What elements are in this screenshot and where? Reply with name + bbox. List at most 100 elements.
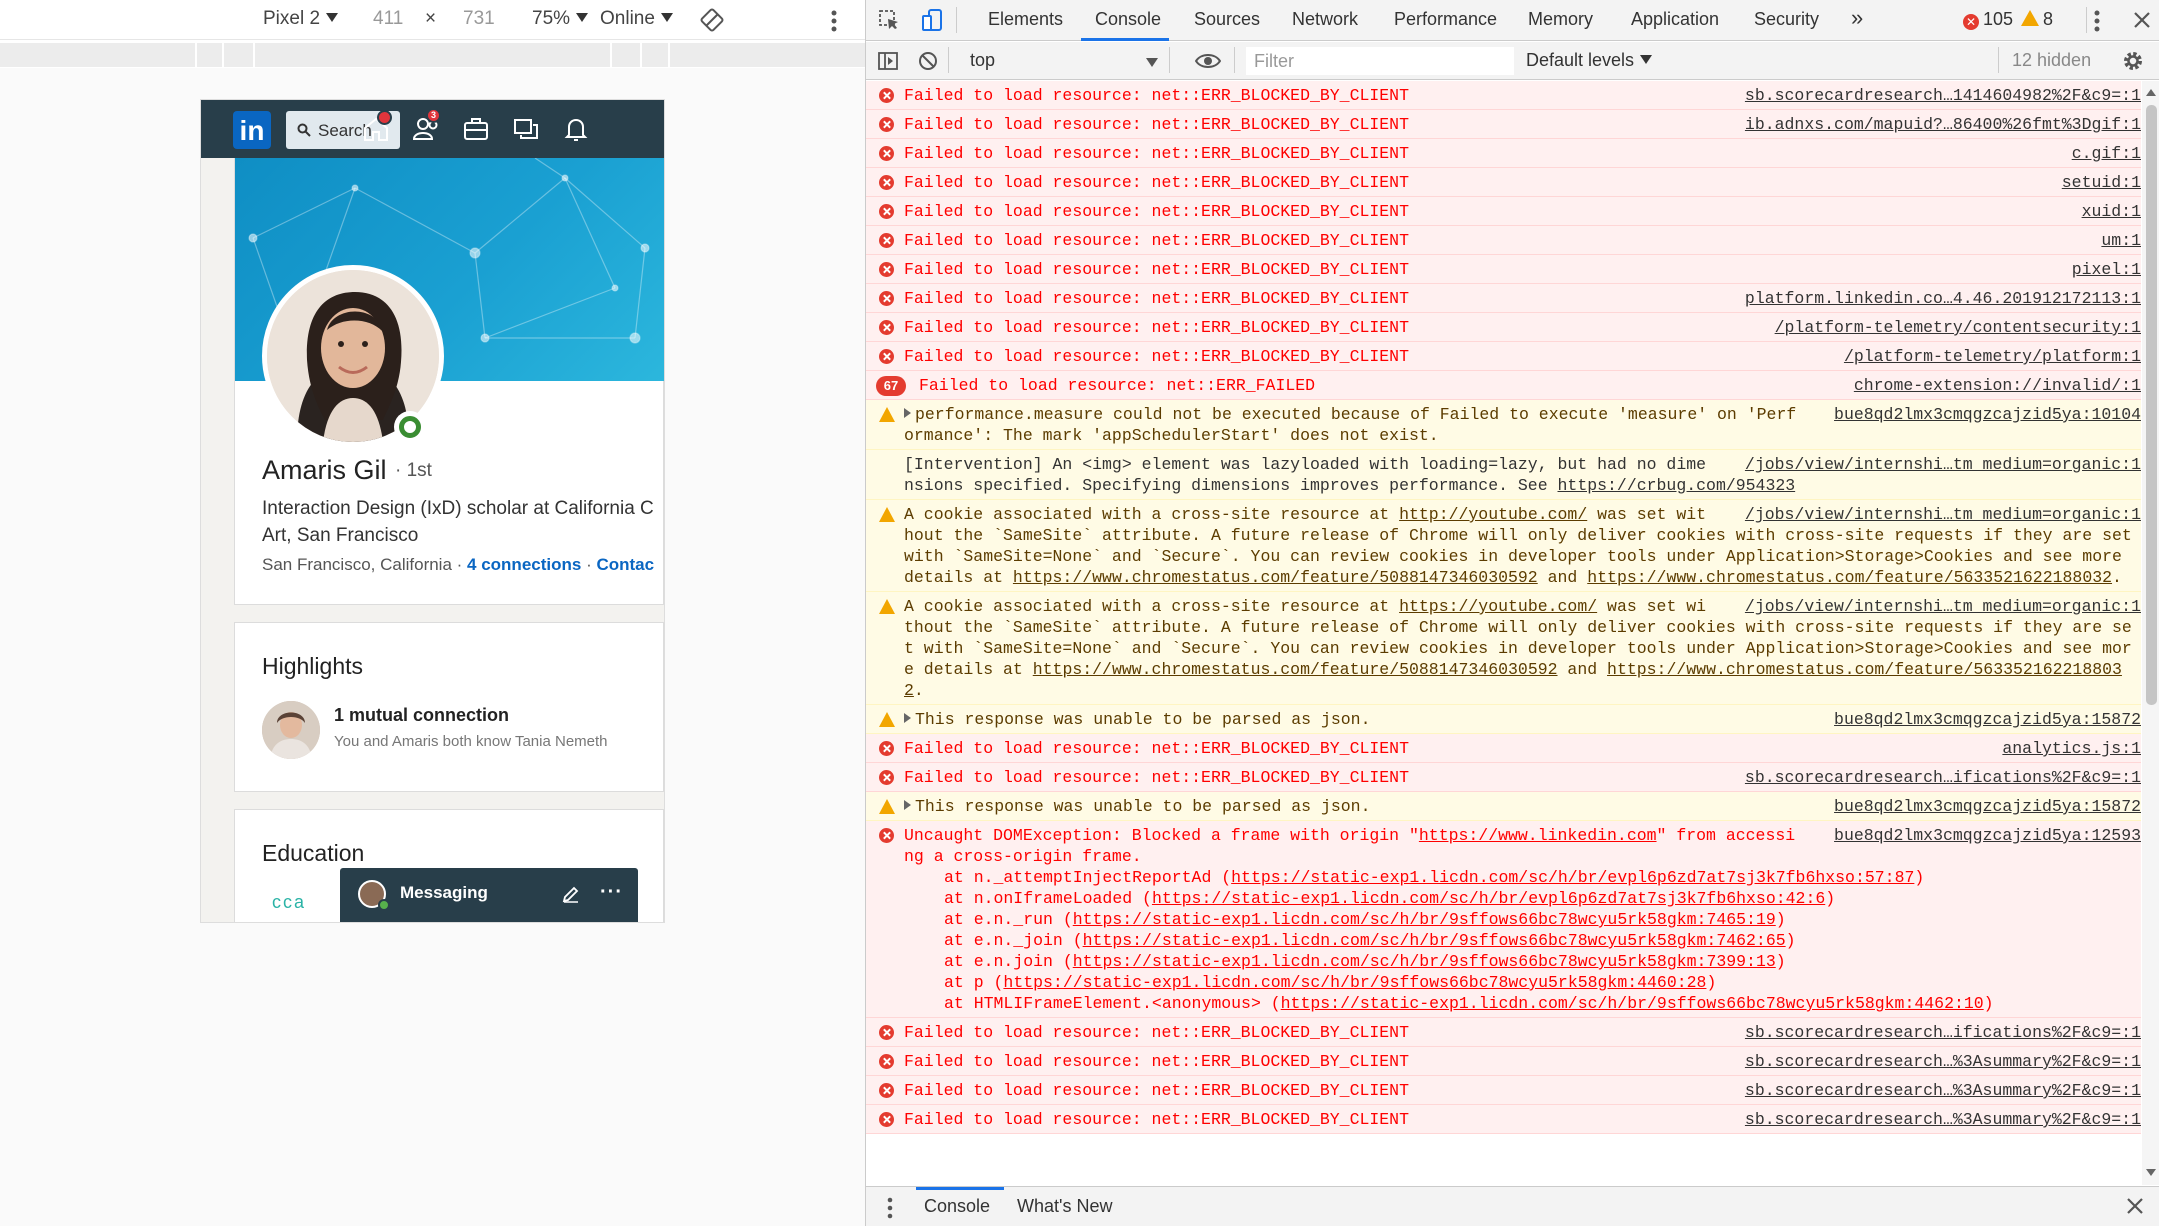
- console-message: /jobs/view/internshi…tm_medium=organic:1…: [866, 500, 2141, 592]
- close-icon[interactable]: [2133, 11, 2151, 29]
- tab-network[interactable]: Network: [1292, 9, 1358, 30]
- tab-security[interactable]: Security: [1754, 9, 1819, 30]
- message-link[interactable]: https://www.chromestatus.com/feature/508…: [1013, 568, 1538, 587]
- throttle-select[interactable]: Online: [600, 8, 673, 30]
- device-select[interactable]: Pixel 2: [263, 8, 339, 30]
- scroll-up-arrow-icon[interactable]: [2146, 89, 2156, 96]
- close-icon[interactable]: [2126, 1197, 2144, 1215]
- inspect-element-icon[interactable]: [878, 9, 900, 31]
- tab-memory[interactable]: Memory: [1528, 9, 1593, 30]
- source-link[interactable]: c.gif:1: [2072, 143, 2141, 164]
- source-link[interactable]: sb.scorecardresearch…%3Asummary%2F&c9=:1: [1745, 1109, 2141, 1130]
- clear-console-icon[interactable]: [918, 51, 938, 71]
- eye-icon[interactable]: [1195, 52, 1221, 70]
- media-query-ruler[interactable]: [0, 43, 865, 67]
- source-link[interactable]: analytics.js:1: [2002, 738, 2141, 759]
- context-select[interactable]: top: [960, 47, 1160, 75]
- device-toolbar-toggle-icon[interactable]: [921, 8, 943, 32]
- tab-console[interactable]: Console: [1095, 9, 1161, 30]
- source-link[interactable]: /jobs/view/internshi…tm_medium=organic:1: [1745, 504, 2141, 525]
- source-link[interactable]: sb.scorecardresearch…%3Asummary%2F&c9=:1: [1745, 1051, 2141, 1072]
- console-message: /platform-telemetry/platform:1 Failed to …: [866, 342, 2141, 371]
- tab-performance[interactable]: Performance: [1394, 9, 1497, 30]
- source-link[interactable]: /platform-telemetry/contentsecurity:1: [1775, 317, 2141, 338]
- viewport-width-input[interactable]: 411: [373, 8, 403, 30]
- source-link[interactable]: sb.scorecardresearch…%3Asummary%2F&c9=:1: [1745, 1080, 2141, 1101]
- expand-triangle-icon[interactable]: [904, 713, 911, 723]
- log-levels-select[interactable]: Default levels: [1526, 50, 1653, 71]
- drawer-tab-whats-new[interactable]: What's New: [1017, 1196, 1112, 1217]
- source-link[interactable]: sb.scorecardresearch…ifications%2F&c9=:1: [1745, 767, 2141, 788]
- school-logo[interactable]: cca: [272, 892, 306, 913]
- mutual-connection-link[interactable]: 1 mutual connection: [334, 705, 509, 726]
- source-link[interactable]: /jobs/view/internshi…tm_medium=organic:1: [1745, 454, 2141, 475]
- message-link[interactable]: https://www.linkedin.com: [1419, 826, 1657, 845]
- error-warning-counter[interactable]: ✕ 105 8: [1963, 9, 2053, 30]
- message-link[interactable]: https://crbug.com/954323: [1558, 476, 1796, 495]
- compose-icon[interactable]: [561, 884, 581, 904]
- source-link[interactable]: xuid:1: [2082, 201, 2141, 222]
- error-icon: [879, 770, 894, 785]
- message-link[interactable]: https://youtube.com/: [1399, 597, 1597, 616]
- bell-icon[interactable]: [561, 114, 591, 144]
- source-link[interactable]: pixel:1: [2072, 259, 2141, 280]
- source-link[interactable]: chrome-extension://invalid/:1: [1854, 375, 2141, 396]
- connections-link[interactable]: 4 connections: [467, 555, 581, 574]
- more-tabs-button[interactable]: »: [1851, 5, 1863, 31]
- stack-frame-link[interactable]: https://static-exp1.licdn.com/sc/h/br/9s…: [1073, 952, 1776, 971]
- scrollbar-thumb[interactable]: [2146, 105, 2157, 705]
- message-link[interactable]: http://youtube.com/: [1399, 505, 1587, 524]
- more-options-icon[interactable]: [2092, 9, 2102, 33]
- tab-sources[interactable]: Sources: [1194, 9, 1260, 30]
- sidebar-toggle-icon[interactable]: [878, 51, 898, 71]
- more-options-icon[interactable]: [886, 1196, 894, 1220]
- messaging-bar[interactable]: Messaging ···: [340, 868, 638, 922]
- tab-application[interactable]: Application: [1631, 9, 1719, 30]
- message-link[interactable]: https://www.chromestatus.com/feature/563…: [1587, 568, 2112, 587]
- expand-triangle-icon[interactable]: [904, 408, 911, 418]
- message-link[interactable]: https://www.chromestatus.com/feature/508…: [1033, 660, 1558, 679]
- stack-frame-link[interactable]: https://static-exp1.licdn.com/sc/h/br/ev…: [1152, 889, 1825, 908]
- source-link[interactable]: bue8qd2lmx3cmqgzcajzid5ya:15872: [1834, 709, 2141, 730]
- rotate-icon[interactable]: [700, 8, 724, 32]
- jobs-icon[interactable]: [461, 114, 491, 144]
- source-link[interactable]: setuid:1: [2062, 172, 2141, 193]
- filter-input[interactable]: [1246, 47, 1514, 75]
- source-link[interactable]: sb.scorecardresearch…1414604982%2F&c9=:1: [1745, 85, 2141, 106]
- drawer-tab-console[interactable]: Console: [924, 1196, 990, 1217]
- stack-frame-link[interactable]: https://static-exp1.licdn.com/sc/h/br/9s…: [1003, 973, 1706, 992]
- stack-frame-link[interactable]: https://static-exp1.licdn.com/sc/h/br/9s…: [1073, 910, 1776, 929]
- throttle-value: Online: [600, 8, 655, 29]
- mutual-connection-avatar[interactable]: [262, 701, 320, 759]
- scrollbar[interactable]: [2142, 81, 2159, 1185]
- contact-info-link[interactable]: Contac: [596, 555, 654, 574]
- messaging-icon[interactable]: [511, 114, 541, 144]
- source-link[interactable]: bue8qd2lmx3cmqgzcajzid5ya:15872: [1834, 796, 2141, 817]
- stack-frame: at e.n.join (https://static-exp1.licdn.c…: [904, 951, 2141, 972]
- source-link[interactable]: /jobs/view/internshi…tm_medium=organic:1: [1745, 596, 2141, 617]
- stack-frame-link[interactable]: https://static-exp1.licdn.com/sc/h/br/9s…: [1281, 994, 1984, 1013]
- linkedin-logo[interactable]: in: [233, 111, 271, 149]
- gear-icon[interactable]: [2122, 50, 2144, 72]
- more-options-button[interactable]: ···: [600, 881, 623, 904]
- expand-triangle-icon[interactable]: [904, 800, 911, 810]
- source-link[interactable]: /platform-telemetry/platform:1: [1844, 346, 2141, 367]
- console-message-text: /jobs/view/internshi…tm_medium=organic:1…: [904, 450, 2141, 499]
- stack-frame-link[interactable]: https://static-exp1.licdn.com/sc/h/br/9s…: [1083, 931, 1786, 950]
- source-link[interactable]: sb.scorecardresearch…ifications%2F&c9=:1: [1745, 1022, 2141, 1043]
- tab-elements[interactable]: Elements: [988, 9, 1063, 30]
- stack-frame-link[interactable]: https://static-exp1.licdn.com/sc/h/br/ev…: [1231, 868, 1914, 887]
- source-link[interactable]: bue8qd2lmx3cmqgzcajzid5ya:10104: [1834, 404, 2141, 425]
- console-message-text: bue8qd2lmx3cmqgzcajzid5ya:15872 This resp…: [904, 792, 2141, 820]
- separator: ·: [451, 555, 468, 574]
- zoom-select[interactable]: 75%: [532, 8, 589, 30]
- source-link[interactable]: bue8qd2lmx3cmqgzcajzid5ya:12593: [1834, 825, 2141, 846]
- more-options-icon[interactable]: [830, 9, 838, 33]
- source-link[interactable]: platform.linkedin.co…4.46.201912172113:1: [1745, 288, 2141, 309]
- console-messages[interactable]: sb.scorecardresearch…1414604982%2F&c9=:1…: [866, 81, 2141, 1185]
- viewport-height-input[interactable]: 731: [463, 8, 495, 30]
- source-link[interactable]: ib.adnxs.com/mapuid?…86400%26fmt%3Dgif:1: [1745, 114, 2141, 135]
- source-link[interactable]: um:1: [2101, 230, 2141, 251]
- console-message: um:1 Failed to load resource: net::ERR_BL…: [866, 226, 2141, 255]
- scroll-down-arrow-icon[interactable]: [2146, 1169, 2156, 1176]
